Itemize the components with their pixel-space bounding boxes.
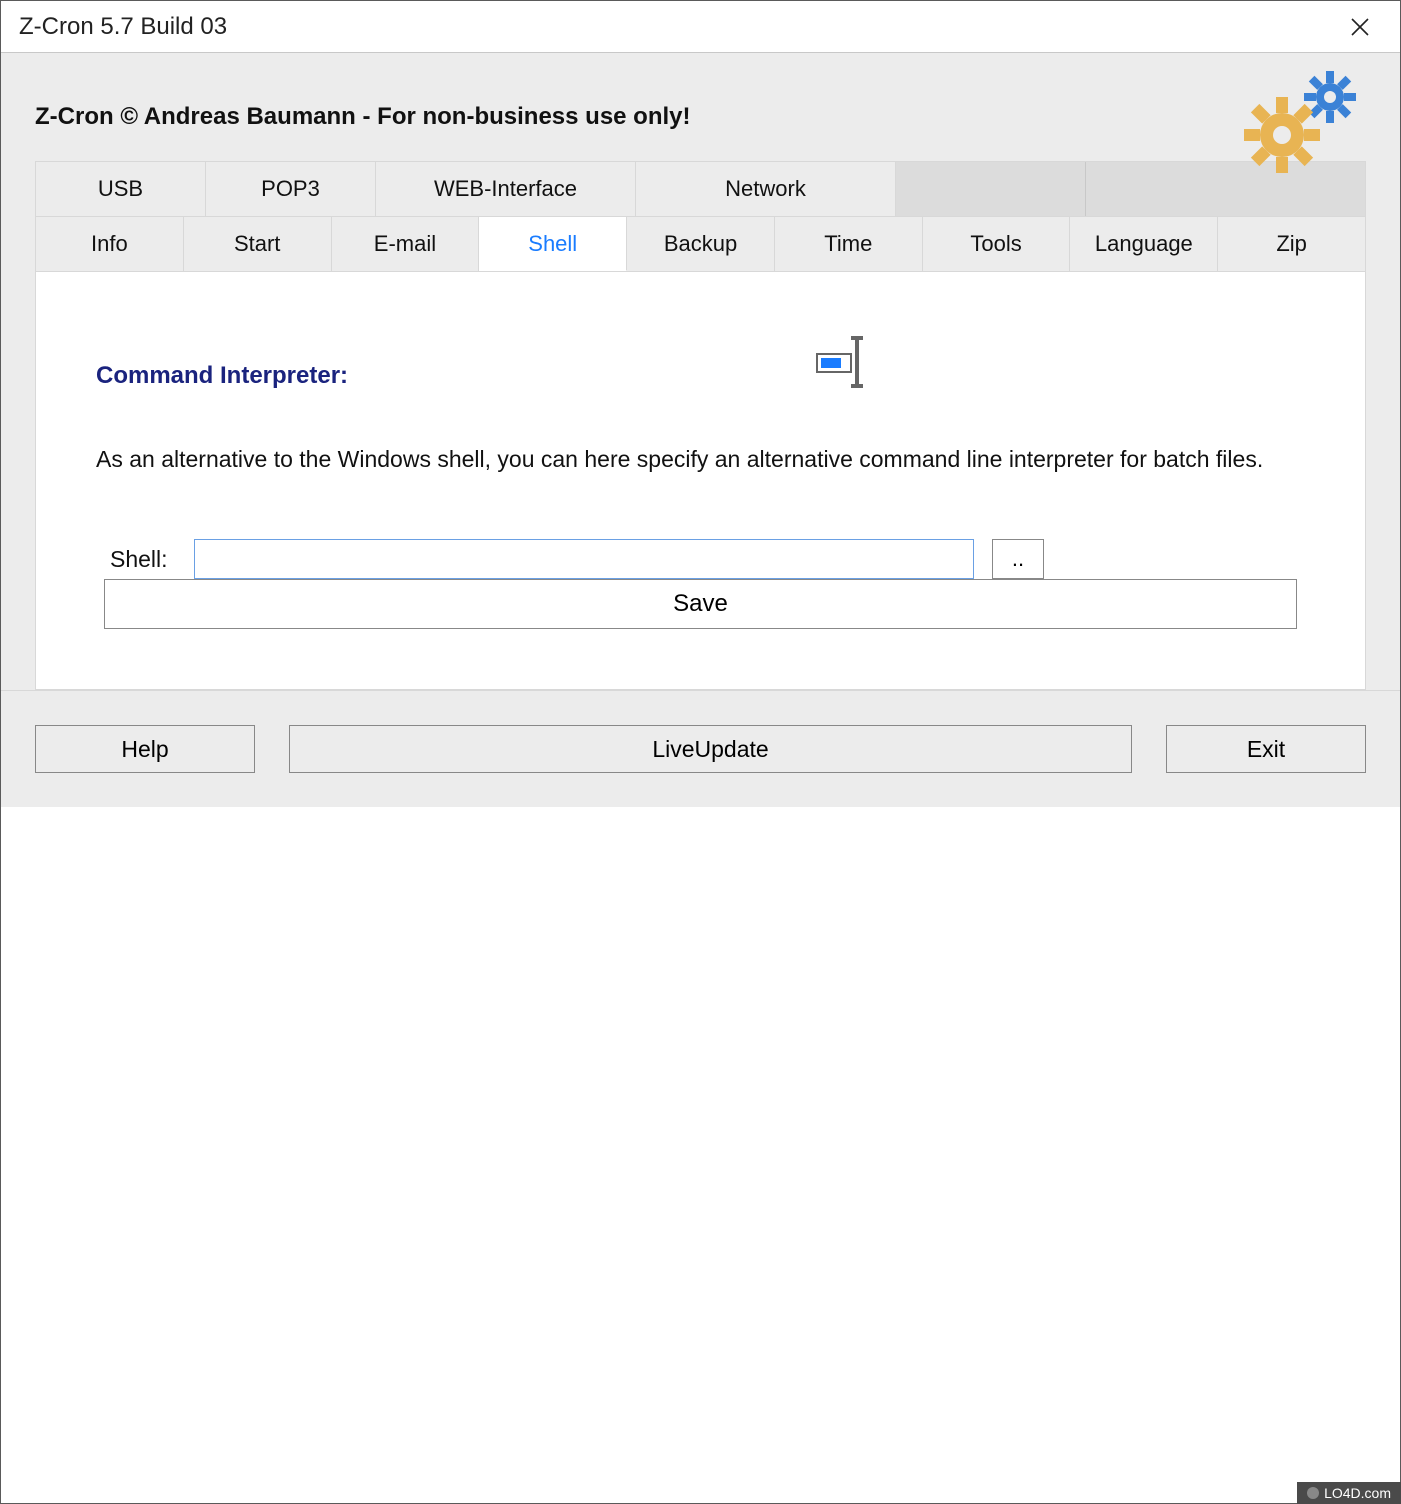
exit-button[interactable]: Exit	[1166, 725, 1366, 773]
tab-network[interactable]: Network	[636, 162, 896, 216]
tab-backup[interactable]: Backup	[627, 217, 775, 271]
shell-input[interactable]	[194, 539, 974, 579]
tab-usb[interactable]: USB	[36, 162, 206, 216]
tabs-row-upper: USB POP3 WEB-Interface Network	[35, 161, 1366, 216]
tab-shell[interactable]: Shell	[479, 217, 627, 271]
header: Z-Cron © Andreas Baumann - For non-busin…	[1, 53, 1400, 159]
shell-label: Shell:	[110, 546, 176, 573]
section-heading: Command Interpreter:	[96, 362, 348, 390]
browse-button[interactable]: ..	[992, 539, 1044, 579]
window-title: Z-Cron 5.7 Build 03	[19, 13, 227, 41]
watermark-badge: LO4D.com	[1297, 1482, 1401, 1504]
tabs-row-lower: Info Start E-mail Shell Backup Time Tool…	[35, 216, 1366, 272]
tab-web-interface[interactable]: WEB-Interface	[376, 162, 636, 216]
liveupdate-button[interactable]: LiveUpdate	[289, 725, 1132, 773]
gears-icon	[1240, 69, 1370, 179]
help-button[interactable]: Help	[35, 725, 255, 773]
tab-content: Command Interpreter: As an alternative t…	[35, 272, 1366, 690]
tab-language[interactable]: Language	[1070, 217, 1218, 271]
tab-zip[interactable]: Zip	[1218, 217, 1365, 271]
close-icon	[1350, 17, 1370, 37]
save-button[interactable]: Save	[104, 579, 1297, 629]
watermark-text: LO4D.com	[1324, 1485, 1391, 1501]
app-window: Z-Cron 5.7 Build 03 Z-Cron © Andreas Bau…	[0, 0, 1401, 1504]
titlebar: Z-Cron 5.7 Build 03	[1, 1, 1400, 53]
tab-time[interactable]: Time	[775, 217, 923, 271]
footer: Help LiveUpdate Exit	[1, 690, 1400, 807]
header-text: Z-Cron © Andreas Baumann - For non-busin…	[35, 103, 1366, 131]
section-description: As an alternative to the Windows shell, …	[96, 444, 1305, 475]
tab-empty-1	[896, 162, 1086, 216]
tab-pop3[interactable]: POP3	[206, 162, 376, 216]
shell-field-row: Shell: ..	[110, 539, 1305, 579]
tab-tools[interactable]: Tools	[923, 217, 1071, 271]
watermark-icon	[1307, 1487, 1319, 1499]
close-button[interactable]	[1334, 1, 1386, 53]
command-interpreter-icon	[388, 336, 1305, 388]
tab-start[interactable]: Start	[184, 217, 332, 271]
tab-email[interactable]: E-mail	[332, 217, 480, 271]
tab-info[interactable]: Info	[36, 217, 184, 271]
